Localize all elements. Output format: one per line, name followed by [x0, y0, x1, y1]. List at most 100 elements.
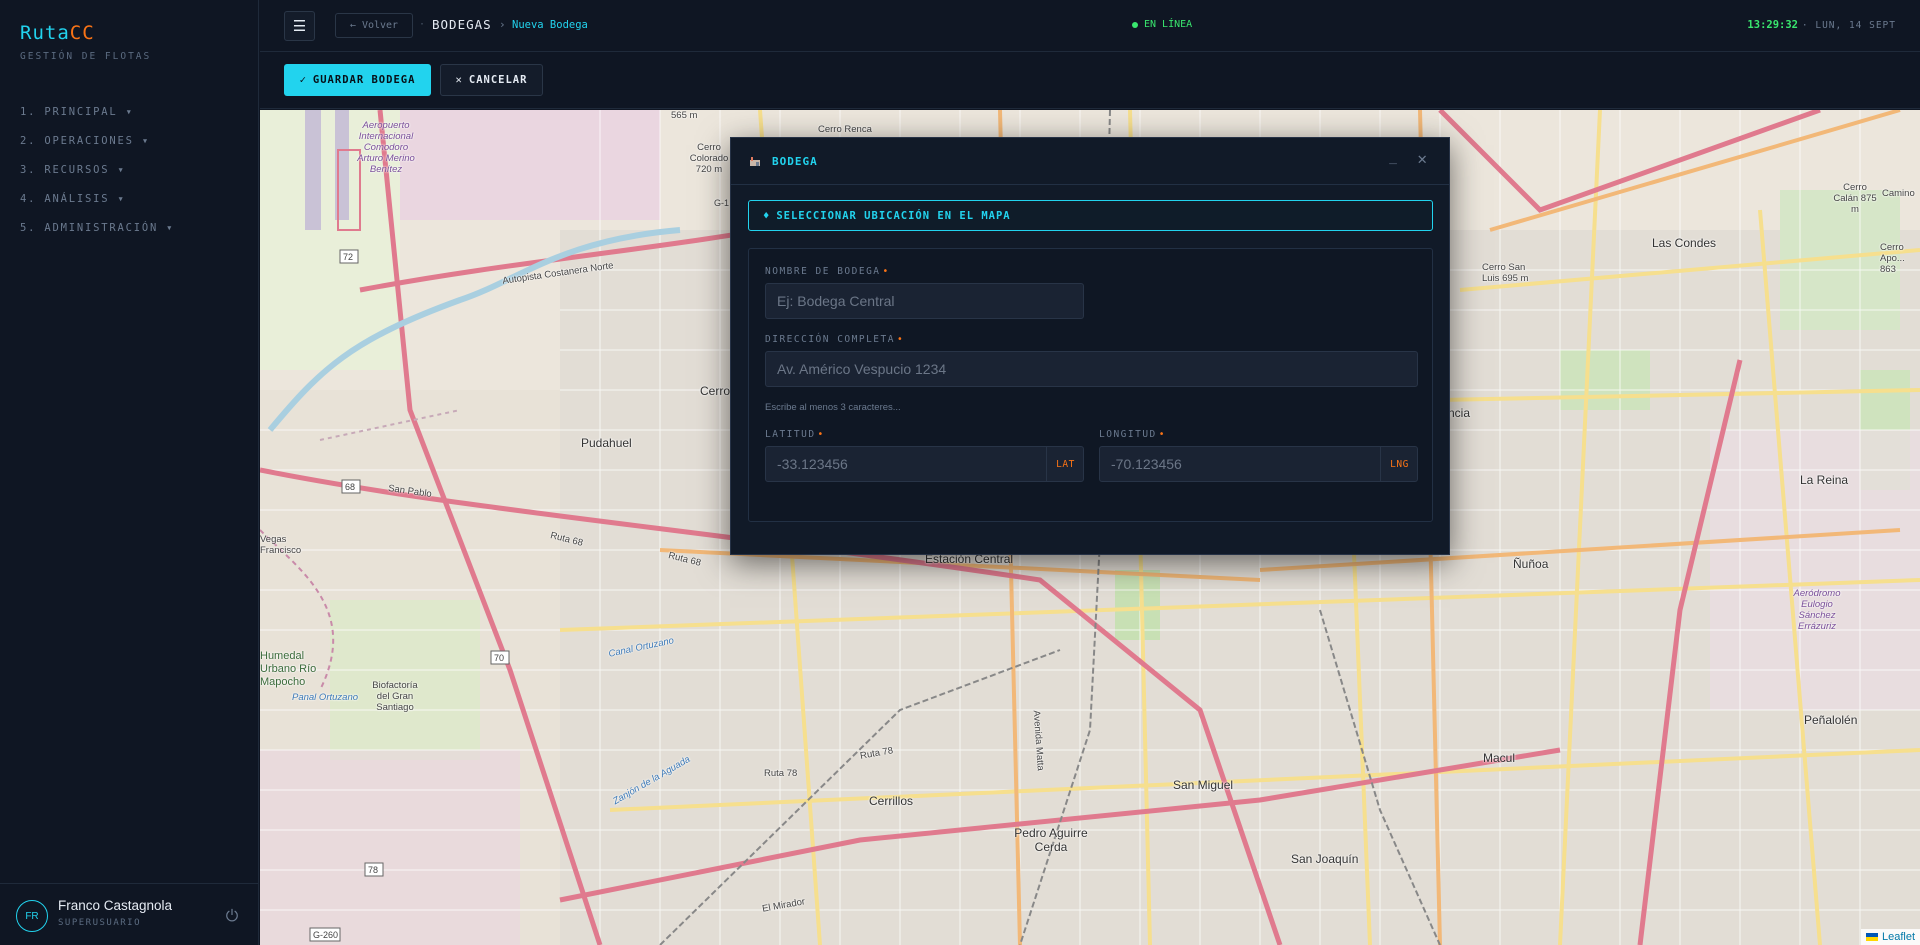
- map-label-penalolen: Peñalolén: [1804, 713, 1858, 727]
- brand-logo[interactable]: RutaCC: [20, 22, 95, 44]
- check-icon: ✓: [299, 74, 307, 86]
- map-label-panal-ortuzano: Panal Ortuzano: [292, 692, 359, 703]
- map-label-airport: Aeropuerto Internacional Comodoro Arturo…: [357, 120, 415, 175]
- modal-title: BODEGA: [772, 155, 818, 168]
- map-label-la-reina: La Reina: [1800, 473, 1849, 487]
- required-mark: •: [882, 266, 890, 277]
- map-label-san-joaquin: San Joaquín: [1291, 852, 1359, 866]
- brand-subtitle: GESTIÓN DE FLOTAS: [20, 51, 152, 62]
- brand-name-part2: CC: [69, 22, 95, 44]
- longitude-field: LNG: [1099, 446, 1418, 482]
- required-mark: •: [817, 429, 825, 440]
- map-label-nunoa: Ñuñoa: [1513, 557, 1549, 571]
- status-text: EN LÍNEA: [1144, 19, 1193, 30]
- select-location-on-map-button[interactable]: ♦ SELECCIONAR UBICACIÓN EN EL MAPA: [748, 200, 1433, 231]
- attribution-text: Leaflet: [1881, 931, 1915, 943]
- save-label: GUARDAR BODEGA: [312, 74, 416, 86]
- name-label-text: NOMBRE DE BODEGA: [765, 266, 881, 277]
- close-icon[interactable]: ✕: [1417, 149, 1427, 168]
- address-input[interactable]: [765, 351, 1418, 387]
- required-mark: •: [1158, 429, 1166, 440]
- power-icon[interactable]: [225, 908, 239, 922]
- close-icon: ✕: [455, 74, 463, 86]
- address-label-text: DIRECCIÓN COMPLETA: [765, 334, 895, 345]
- clock: 13:29:32: [1747, 19, 1798, 31]
- status-dot-icon: [1132, 21, 1138, 28]
- connection-status: EN LÍNEA: [1132, 19, 1192, 30]
- sidebar-nav: 1. PRINCIPAL ▾ 2. OPERACIONES ▾ 3. RECUR…: [20, 104, 174, 249]
- map-label-cerro-short: Cerro: [700, 384, 731, 398]
- sidebar-item-principal[interactable]: 1. PRINCIPAL ▾: [20, 104, 174, 133]
- warehouse-form: NOMBRE DE BODEGA• DIRECCIÓN COMPLETA• Es…: [748, 248, 1433, 522]
- latitude-unit: LAT: [1046, 446, 1084, 482]
- longitude-input[interactable]: [1099, 446, 1418, 482]
- avatar[interactable]: FR: [16, 900, 48, 932]
- sidebar-item-analisis[interactable]: 4. ANÁLISIS ▾: [20, 191, 174, 220]
- address-hint: Escribe al menos 3 caracteres...: [765, 402, 901, 413]
- map-shield-72: 72: [343, 252, 354, 262]
- user-name: Franco Castagnola: [58, 898, 173, 913]
- latitude-input[interactable]: [765, 446, 1084, 482]
- modal-header: BODEGA _ ✕: [731, 138, 1449, 185]
- map-shield-78: 78: [368, 865, 379, 875]
- date: · LUN, 14 SEPT: [1801, 20, 1896, 31]
- action-bar: ✓ GUARDAR BODEGA ✕ CANCELAR: [260, 53, 1920, 109]
- map-shield-g1: G-1: [714, 198, 730, 208]
- breadcrumb-section[interactable]: BODEGAS: [432, 17, 492, 32]
- cancel-label: CANCELAR: [468, 74, 528, 86]
- map-label-vegas: Vegas Francisco: [260, 534, 302, 556]
- longitude-field-label: LONGITUD •: [1099, 429, 1166, 440]
- back-button[interactable]: ← Volver: [335, 13, 413, 38]
- user-panel: FR Franco Castagnola SUPERUSUARIO: [0, 883, 259, 945]
- map-label-camino: Camino: [1882, 188, 1915, 199]
- menu-toggle-button[interactable]: ☰: [284, 11, 315, 41]
- map-shield-70: 70: [494, 653, 505, 663]
- map-label-ruta-78: Ruta 78: [764, 768, 798, 779]
- select-location-label: SELECCIONAR UBICACIÓN EN EL MAPA: [776, 209, 1011, 222]
- map-label-cerrillos: Cerrillos: [869, 794, 914, 808]
- longitude-unit: LNG: [1380, 446, 1418, 482]
- required-mark: •: [896, 334, 905, 345]
- diamond-icon: ♦: [763, 209, 771, 222]
- map-label-las-condes: Las Condes: [1652, 236, 1717, 250]
- breadcrumb-current: Nueva Bodega: [512, 19, 588, 31]
- map-label-cerro-san-luis: Cerro San Luis 695 m: [1482, 262, 1529, 284]
- brand-name-part1: Ruta: [20, 22, 70, 44]
- map-label-macul: Macul: [1483, 751, 1516, 765]
- warehouse-name-input[interactable]: [765, 283, 1084, 319]
- sidebar-item-administracion[interactable]: 5. ADMINISTRACIÓN ▾: [20, 220, 174, 249]
- warehouse-modal: BODEGA _ ✕ ♦ SELECCIONAR UBICACIÓN EN EL…: [730, 137, 1450, 555]
- map-label-elev-565: 565 m: [671, 110, 698, 121]
- map-shield-g260: G-260: [313, 930, 339, 940]
- warehouse-icon: [750, 157, 760, 166]
- latitude-field-label: LATITUD •: [765, 429, 825, 440]
- map-label-ncia: ncia: [1448, 406, 1471, 420]
- user-role: SUPERUSUARIO: [58, 918, 142, 928]
- map-label-pedro-aguirre-cerda: Pedro Aguirre Cerda: [1014, 826, 1088, 854]
- save-warehouse-button[interactable]: ✓ GUARDAR BODEGA: [284, 64, 431, 96]
- map-attribution[interactable]: Leaflet: [1860, 929, 1920, 945]
- map-label-cerro-renca: Cerro Renca: [818, 124, 872, 135]
- map-label-cerro-calan: Cerro Calán 875 m: [1833, 182, 1877, 215]
- map-label-san-miguel: San Miguel: [1173, 778, 1234, 792]
- hamburger-icon: ☰: [292, 17, 307, 35]
- map-shield-68: 68: [345, 482, 356, 492]
- map-label-aerodromo: Aeródromo Eulogio Sánchez Errázuriz: [1793, 588, 1841, 632]
- name-field-label: NOMBRE DE BODEGA •: [765, 266, 890, 277]
- minimize-icon[interactable]: _: [1389, 150, 1397, 165]
- sidebar-item-operaciones[interactable]: 2. OPERACIONES ▾: [20, 133, 174, 162]
- cancel-button[interactable]: ✕ CANCELAR: [440, 64, 543, 96]
- map-label-cerro-apoquindo: Cerro Apo... 863: [1880, 242, 1905, 275]
- map-label-biofactoria: Biofactoría del Gran Santiago: [372, 680, 418, 713]
- latitude-label-text: LATITUD: [765, 429, 816, 440]
- map-label-cerro-colorado: Cerro Colorado 720 m: [689, 142, 729, 175]
- address-field-label: DIRECCIÓN COMPLETA •: [765, 334, 904, 345]
- ukraine-flag-icon: [1865, 933, 1878, 941]
- top-bar: ☰ ← Volver · BODEGAS › Nueva Bodega EN L…: [260, 0, 1920, 52]
- map-label-humedal: Humedal Urbano Río Mapocho: [260, 650, 317, 688]
- longitude-label-text: LONGITUD: [1099, 429, 1157, 440]
- breadcrumb-separator: ›: [499, 18, 506, 31]
- sidebar-item-recursos[interactable]: 3. RECURSOS ▾: [20, 162, 174, 191]
- map-label-pudahuel: Pudahuel: [581, 436, 632, 450]
- sidebar: RutaCC GESTIÓN DE FLOTAS 1. PRINCIPAL ▾ …: [0, 0, 259, 945]
